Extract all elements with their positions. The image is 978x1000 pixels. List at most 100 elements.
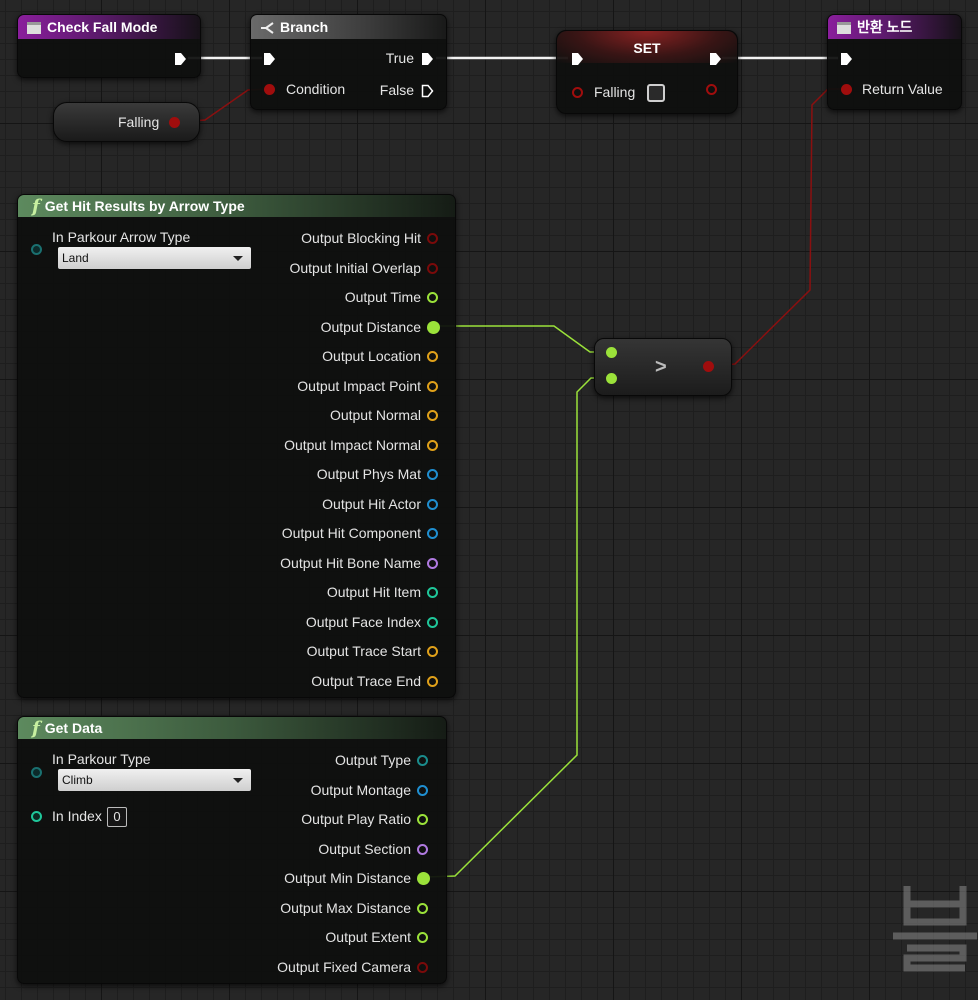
hit-result-output-pin[interactable] <box>427 469 438 480</box>
index-in-pin[interactable] <box>31 811 42 822</box>
hit-result-output-label: Output Hit Item <box>326 584 421 600</box>
return-exec-in-pin[interactable] <box>840 52 853 66</box>
compare-symbol: > <box>655 356 667 378</box>
hit-result-output-label: Output Initial Overlap <box>289 259 421 276</box>
hit-result-output-pin[interactable] <box>427 587 438 598</box>
hit-result-output-label: Output Time <box>344 289 421 305</box>
return-node-header: 반환 노드 <box>828 15 961 39</box>
get-data-output-pin[interactable] <box>417 784 428 796</box>
check-fall-mode-exec-out-pin[interactable] <box>174 52 187 66</box>
get-data-output-label: Output Section <box>318 840 411 857</box>
get-data-output-label: Output Extent <box>325 929 411 945</box>
get-data-output-pin[interactable] <box>417 932 428 943</box>
hit-result-output-label: Output Location <box>322 348 421 364</box>
get-data-output-pin[interactable] <box>417 843 428 855</box>
event-icon <box>27 22 41 35</box>
branch-icon <box>261 22 274 35</box>
get-data-header: f Get Data <box>18 717 446 739</box>
parkour-type-in-pin[interactable] <box>31 767 42 778</box>
get-data-output-pin[interactable] <box>417 755 428 766</box>
function-icon: f <box>32 718 40 740</box>
set-exec-in-pin[interactable] <box>571 52 584 66</box>
branch-condition-pin[interactable] <box>264 84 275 95</box>
return-node-title: 반환 노드 <box>857 19 913 35</box>
falling-variable-node[interactable]: Falling <box>53 102 200 142</box>
check-fall-mode-title: Check Fall Mode <box>47 19 158 35</box>
float-wire-distance-compare <box>436 325 610 353</box>
get-hit-results-title: Get Hit Results by Arrow Type <box>44 198 245 214</box>
get-data-node[interactable]: f Get Data In Parkour Type Climb In Index… <box>17 716 447 984</box>
arrow-type-label: In Parkour Arrow Type <box>52 229 191 245</box>
get-hit-results-node[interactable]: f Get Hit Results by Arrow Type In Parkou… <box>17 194 456 698</box>
get-data-output-label: Output Min Distance <box>284 870 411 886</box>
get-data-output-label: Output Play Ratio <box>301 811 411 827</box>
hit-result-output-pin[interactable] <box>427 351 438 362</box>
check-fall-mode-node[interactable]: Check Fall Mode <box>17 14 201 78</box>
hit-result-output-pin[interactable] <box>427 262 438 274</box>
get-data-output-label: Output Max Distance <box>280 899 411 916</box>
hit-result-output-pin[interactable] <box>427 439 438 451</box>
hit-result-output-label: Output Hit Component <box>281 525 421 541</box>
get-data-output-pin[interactable] <box>417 902 428 914</box>
hit-result-output-label: Output Impact Point <box>297 377 421 394</box>
branch-true-label: True <box>385 50 414 66</box>
hit-result-output-pin[interactable] <box>427 380 438 392</box>
compare-node[interactable]: > <box>594 338 732 396</box>
set-falling-checkbox[interactable] <box>647 84 665 102</box>
compare-a-pin[interactable] <box>606 347 617 358</box>
hit-result-output-pin[interactable] <box>427 292 438 303</box>
return-node[interactable]: 반환 노드 Return Value <box>827 14 962 110</box>
get-data-output-label: Output Montage <box>310 781 411 798</box>
parkour-type-label: In Parkour Type <box>52 751 151 767</box>
get-data-title: Get Data <box>44 720 103 736</box>
set-falling-in-pin[interactable] <box>572 87 583 98</box>
get-data-output-pin[interactable] <box>417 961 428 973</box>
branch-false-pin[interactable] <box>421 84 434 98</box>
get-data-output-pin[interactable] <box>417 814 428 825</box>
hit-result-output-pin[interactable] <box>427 233 438 244</box>
set-node[interactable]: SET Falling <box>556 30 738 114</box>
get-data-output-label: Output Fixed Camera <box>277 958 411 975</box>
hit-result-output-label: Output Trace End <box>311 672 421 689</box>
compare-out-pin[interactable] <box>703 361 714 372</box>
watermark-logo <box>893 886 977 972</box>
hit-result-output-label: Output Blocking Hit <box>301 230 421 246</box>
hit-result-output-pin[interactable] <box>427 616 438 628</box>
set-falling-out-pin[interactable] <box>706 84 717 95</box>
hit-result-output-label: Output Trace Start <box>306 643 421 659</box>
chevron-down-icon <box>233 778 243 783</box>
falling-variable-label: Falling <box>118 114 160 130</box>
index-value-input[interactable]: 0 <box>107 807 127 827</box>
branch-false-label: False <box>379 82 414 98</box>
branch-header: Branch <box>251 15 446 39</box>
parkour-type-dropdown[interactable]: Climb <box>58 769 251 791</box>
check-fall-mode-header: Check Fall Mode <box>18 15 200 39</box>
function-icon: f <box>32 196 40 218</box>
hit-result-output-pin[interactable] <box>427 528 438 539</box>
get-data-output-pin[interactable] <box>417 872 430 885</box>
set-exec-out-pin[interactable] <box>709 52 722 66</box>
hit-result-output-pin[interactable] <box>427 320 440 334</box>
event-icon <box>837 22 851 35</box>
hit-result-output-pin[interactable] <box>427 646 438 657</box>
arrow-type-dropdown[interactable]: Land <box>58 247 251 269</box>
hit-result-output-pin[interactable] <box>427 557 438 569</box>
set-falling-label: Falling <box>594 84 636 100</box>
hit-result-output-pin[interactable] <box>427 498 438 510</box>
get-hit-results-header: f Get Hit Results by Arrow Type <box>18 195 455 217</box>
hit-result-output-label: Output Hit Actor <box>322 495 421 512</box>
branch-true-pin[interactable] <box>421 52 434 66</box>
hit-result-output-label: Output Hit Bone Name <box>280 554 421 571</box>
hit-result-output-label: Output Impact Normal <box>284 436 421 453</box>
branch-exec-in-pin[interactable] <box>263 52 276 66</box>
branch-node[interactable]: Branch True Condition False <box>250 14 447 110</box>
hit-result-output-label: Output Face Index <box>305 613 421 630</box>
index-label: In Index <box>52 808 102 824</box>
hit-result-output-pin[interactable] <box>427 410 438 421</box>
arrow-type-in-pin[interactable] <box>31 244 42 255</box>
hit-result-output-pin[interactable] <box>427 675 438 687</box>
hit-result-output-label: Output Phys Mat <box>316 466 421 482</box>
return-value-pin[interactable] <box>841 84 852 95</box>
compare-b-pin[interactable] <box>606 373 617 384</box>
falling-variable-out-pin[interactable] <box>169 117 180 128</box>
